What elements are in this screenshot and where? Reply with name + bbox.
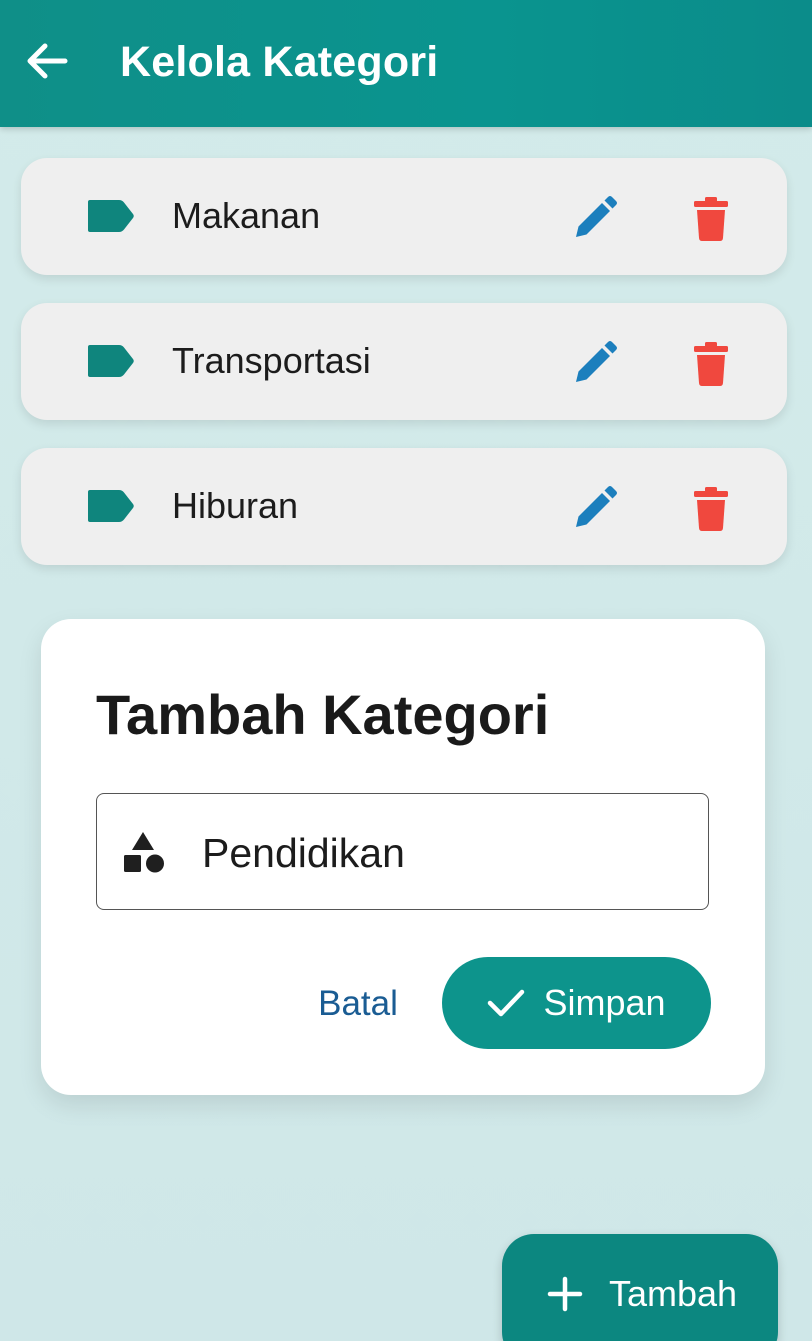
trash-icon [694,197,728,241]
page-title: Kelola Kategori [120,38,439,86]
save-button-label: Simpan [543,982,666,1023]
edit-button[interactable] [567,335,623,391]
add-category-fab[interactable]: Tambah [502,1234,778,1341]
arrow-left-icon [27,43,68,79]
category-label: Makanan [172,195,321,236]
category-item-hiburan[interactable]: Hiburan [21,448,787,565]
save-button[interactable]: Simpan [442,957,711,1049]
trash-icon [694,342,728,386]
cancel-button[interactable]: Batal [303,979,413,1029]
category-label: Hiburan [172,485,299,526]
category-item-makanan[interactable]: Makanan [21,158,787,275]
shapes-icon [124,832,164,873]
check-icon [488,989,525,1017]
fab-label: Tambah [609,1273,738,1314]
app-bar: Kelola Kategori [0,0,812,127]
delete-button[interactable] [685,481,737,537]
pencil-icon [576,196,617,237]
category-name-input[interactable] [202,828,682,878]
category-name-field[interactable] [96,793,709,910]
back-button[interactable] [18,32,76,90]
plus-icon [547,1276,583,1312]
edit-button[interactable] [567,480,623,536]
delete-button[interactable] [685,191,737,247]
category-item-transportasi[interactable]: Transportasi [21,303,787,420]
category-label: Transportasi [172,340,371,381]
delete-button[interactable] [685,336,737,392]
label-tag-icon [88,200,134,232]
edit-button[interactable] [567,190,623,246]
trash-icon [694,487,728,531]
label-tag-icon [88,490,134,522]
add-category-dialog: Tambah Kategori Batal Simpan [41,619,765,1095]
pencil-icon [576,341,617,382]
pencil-icon [576,486,617,527]
label-tag-icon [88,345,134,377]
dialog-title: Tambah Kategori [96,683,550,746]
